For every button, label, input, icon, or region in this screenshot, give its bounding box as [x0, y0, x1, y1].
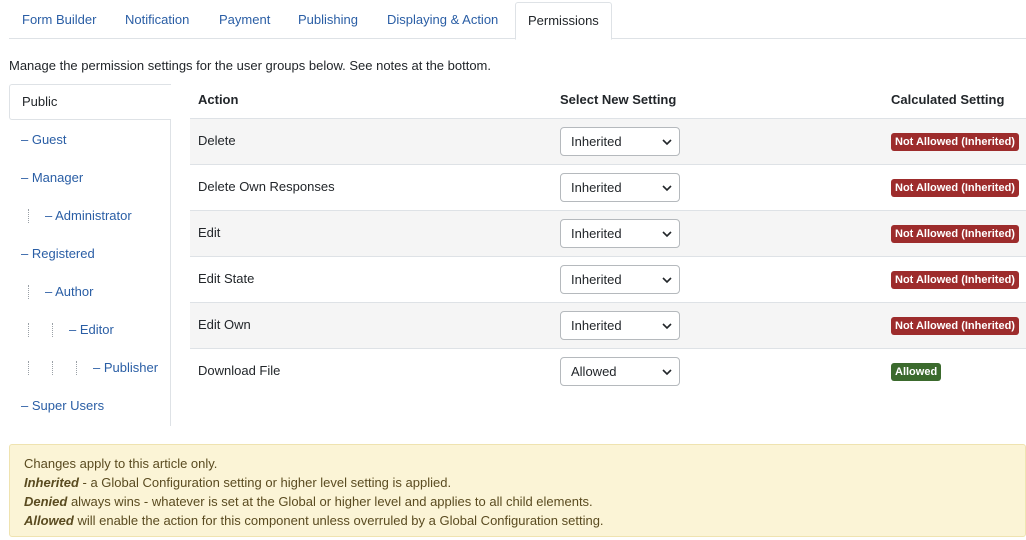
- tree-guide: [52, 361, 53, 375]
- tab-form-builder[interactable]: Form Builder: [22, 2, 96, 39]
- note-text: - a Global Configuration setting or high…: [78, 475, 452, 490]
- tab-bar: Form Builder Notification Payment Publis…: [9, 2, 1026, 40]
- group-manager[interactable]: – Manager: [21, 168, 83, 188]
- group-registered[interactable]: – Registered: [21, 244, 95, 264]
- chevron-down-icon: [662, 185, 672, 192]
- tree-guide: [52, 323, 53, 337]
- setting-select[interactable]: Inherited: [560, 127, 680, 156]
- intro-text: Manage the permission settings for the u…: [9, 58, 492, 73]
- setting-select[interactable]: Inherited: [560, 311, 680, 340]
- status-badge: Not Allowed (Inherited): [891, 317, 1019, 335]
- setting-select-value: Allowed: [571, 364, 617, 379]
- status-badge: Not Allowed (Inherited): [891, 133, 1019, 151]
- setting-select-value: Inherited: [571, 318, 622, 333]
- note-line: Changes apply to this article only.: [24, 454, 1025, 473]
- table-row: Edit Inherited Not Allowed (Inherited): [190, 210, 1026, 256]
- status-badge: Not Allowed (Inherited): [891, 225, 1019, 243]
- action-label: Download File: [198, 363, 281, 378]
- tab-notification[interactable]: Notification: [125, 2, 189, 39]
- group-guest[interactable]: – Guest: [21, 130, 67, 150]
- chevron-down-icon: [662, 231, 672, 238]
- chevron-down-icon: [662, 323, 672, 330]
- group-administrator[interactable]: – Administrator: [45, 206, 132, 226]
- note-term: Allowed: [24, 513, 74, 528]
- tree-guide: [28, 361, 29, 375]
- action-label: Edit State: [198, 271, 255, 286]
- tab-displaying-action[interactable]: Displaying & Action: [387, 2, 498, 39]
- table-row: Delete Inherited Not Allowed (Inherited): [190, 118, 1026, 164]
- tab-publishing[interactable]: Publishing: [298, 2, 358, 39]
- group-public[interactable]: Public: [9, 84, 171, 120]
- setting-select[interactable]: Inherited: [560, 219, 680, 248]
- header-select-new-setting: Select New Setting: [560, 92, 677, 107]
- note-term: Denied: [24, 494, 68, 509]
- header-action: Action: [198, 92, 239, 107]
- table-row: Delete Own Responses Inherited Not Allow…: [190, 164, 1026, 210]
- setting-select-value: Inherited: [571, 134, 622, 149]
- setting-select[interactable]: Allowed: [560, 357, 680, 386]
- group-author[interactable]: – Author: [45, 282, 93, 302]
- tree-guide: [28, 209, 29, 223]
- note-text: always wins - whatever is set at the Glo…: [67, 494, 593, 509]
- tree-guide: [28, 323, 29, 337]
- status-badge: Allowed: [891, 363, 942, 381]
- chevron-down-icon: [662, 139, 672, 146]
- action-label: Edit Own: [198, 317, 251, 332]
- table-row: Edit Own Inherited Not Allowed (Inherite…: [190, 302, 1026, 348]
- chevron-down-icon: [662, 369, 672, 376]
- setting-select-value: Inherited: [571, 272, 622, 287]
- note-text: will enable the action for this componen…: [73, 513, 604, 528]
- tab-payment[interactable]: Payment: [219, 2, 270, 39]
- tree-guide: [76, 361, 77, 375]
- chevron-down-icon: [662, 277, 672, 284]
- setting-select[interactable]: Inherited: [560, 265, 680, 294]
- note-line: Allowed will enable the action for this …: [24, 511, 1025, 530]
- group-editor[interactable]: – Editor: [69, 320, 114, 340]
- group-publisher[interactable]: – Publisher: [93, 358, 158, 378]
- tree-guide: [28, 285, 29, 299]
- status-badge: Not Allowed (Inherited): [891, 179, 1019, 197]
- header-calculated-setting: Calculated Setting: [891, 92, 1005, 107]
- table-row: Download File Allowed Allowed: [190, 348, 1026, 394]
- note-line: Denied always wins - whatever is set at …: [24, 492, 1025, 511]
- user-group-nav: Public – Guest – Manager – Administrator…: [9, 84, 171, 426]
- setting-select-value: Inherited: [571, 180, 622, 195]
- group-super-users[interactable]: – Super Users: [21, 396, 104, 416]
- action-label: Edit: [198, 225, 221, 240]
- note-term: Inherited: [24, 475, 79, 490]
- action-label: Delete Own Responses: [198, 179, 335, 194]
- setting-select-value: Inherited: [571, 226, 622, 241]
- status-badge: Not Allowed (Inherited): [891, 271, 1019, 289]
- permission-notes: Changes apply to this article only. Inhe…: [9, 444, 1026, 537]
- table-row: Edit State Inherited Not Allowed (Inheri…: [190, 256, 1026, 302]
- tab-permissions[interactable]: Permissions: [515, 2, 612, 40]
- setting-select[interactable]: Inherited: [560, 173, 680, 202]
- action-label: Delete: [198, 133, 236, 148]
- note-line: Inherited - a Global Configuration setti…: [24, 473, 1025, 492]
- note-text: Changes apply to this article only.: [24, 456, 218, 471]
